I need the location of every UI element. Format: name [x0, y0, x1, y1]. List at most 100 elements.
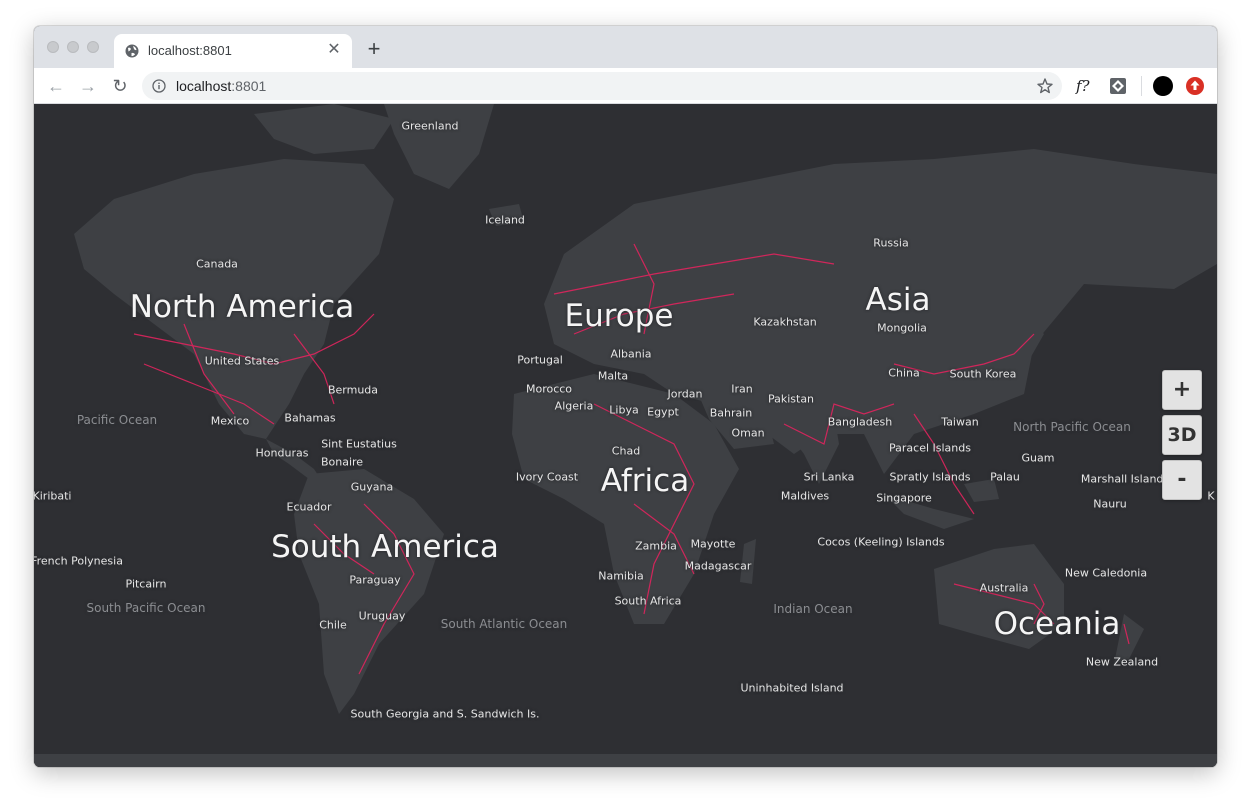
label-uruguay: Uruguay: [358, 609, 406, 623]
label-nauru: Nauru: [1093, 497, 1127, 511]
label-palau: Palau: [990, 470, 1020, 484]
extension-icon[interactable]: [1108, 76, 1128, 96]
label-mexico: Mexico: [210, 414, 250, 428]
label-new-caledonia: New Caledonia: [1064, 566, 1148, 580]
label-paracel-islands: Paracel Islands: [889, 441, 971, 455]
label-ecuador: Ecuador: [286, 500, 332, 514]
label-zambia: Zambia: [635, 539, 677, 553]
label-guam: Guam: [1021, 451, 1055, 465]
fx-extension-icon[interactable]: f?: [1076, 76, 1096, 96]
world-map[interactable]: [34, 104, 1217, 767]
label-chad: Chad: [611, 444, 641, 458]
label-portugal: Portugal: [517, 353, 563, 367]
label-pakistan: Pakistan: [767, 392, 815, 406]
label-sint-eustatius: Sint Eustatius: [321, 437, 397, 451]
label-libya: Libya: [609, 403, 639, 417]
label-chile: Chile: [319, 618, 347, 632]
label-honduras: Honduras: [255, 446, 309, 460]
url-port: :8801: [231, 78, 267, 94]
toggle-3d-button[interactable]: 3D: [1162, 415, 1202, 455]
url-text[interactable]: localhost:8801: [176, 78, 266, 94]
star-icon[interactable]: [1036, 77, 1054, 95]
label-madagascar: Madagascar: [684, 559, 752, 573]
label-south-america: South America: [271, 529, 499, 565]
label-iran: Iran: [731, 382, 753, 396]
tab-title: localhost:8801: [148, 43, 232, 58]
window-close-dot[interactable]: [47, 41, 59, 53]
label-iceland: Iceland: [485, 213, 525, 227]
zoom-in-button[interactable]: +: [1162, 370, 1202, 410]
label-sri-lanka: Sri Lanka: [803, 470, 855, 484]
label-australia: Australia: [979, 581, 1029, 595]
label-namibia: Namibia: [598, 569, 644, 583]
label-malta: Malta: [597, 369, 629, 383]
label-asia: Asia: [865, 282, 931, 318]
toolbar-divider: [1141, 76, 1142, 96]
active-tab[interactable]: localhost:8801 ✕: [114, 34, 352, 68]
label-algeria: Algeria: [554, 399, 594, 413]
label-marshall-islands: Marshall Islands: [1080, 472, 1170, 486]
window-zoom-dot[interactable]: [87, 41, 99, 53]
label-russia: Russia: [873, 236, 909, 250]
label-canada: Canada: [196, 257, 238, 271]
label-oman: Oman: [731, 426, 765, 440]
label-bonaire: Bonaire: [320, 455, 364, 469]
label-europe: Europe: [564, 298, 674, 334]
label-north-pacific-ocean: North Pacific Ocean: [1013, 420, 1131, 434]
label-cut-off: K: [1207, 489, 1215, 503]
label-bahrain: Bahrain: [709, 406, 753, 420]
label-kiribati: Kiribati: [34, 489, 72, 503]
label-albania: Albania: [610, 347, 652, 361]
label-mongolia: Mongolia: [877, 321, 927, 335]
url-host: localhost: [176, 78, 232, 94]
back-icon[interactable]: ←: [44, 74, 68, 98]
forward-icon[interactable]: →: [76, 74, 100, 98]
close-icon[interactable]: ✕: [324, 40, 344, 60]
label-bermuda: Bermuda: [327, 383, 379, 397]
label-north-america: North America: [129, 289, 355, 325]
label-guyana: Guyana: [350, 480, 394, 494]
label-taiwan: Taiwan: [941, 415, 979, 429]
label-uninhabited-island: Uninhabited Island: [740, 681, 844, 695]
label-pitcairn: Pitcairn: [125, 577, 167, 591]
label-south-atlantic-ocean: South Atlantic Ocean: [440, 617, 568, 631]
window-minimize-dot[interactable]: [67, 41, 79, 53]
reload-icon[interactable]: ↻: [108, 74, 132, 98]
label-oceania: Oceania: [993, 606, 1121, 642]
label-africa: Africa: [600, 463, 690, 499]
tab-bar: localhost:8801 ✕ +: [34, 26, 1217, 68]
label-cocos-keeling-islands: Cocos (Keeling) Islands: [817, 535, 945, 549]
map-viewport[interactable]: North America Europe Asia Africa South A…: [34, 104, 1217, 767]
label-bangladesh: Bangladesh: [827, 415, 893, 429]
label-maldives: Maldives: [780, 489, 830, 503]
label-jordan: Jordan: [667, 387, 703, 401]
label-south-korea: South Korea: [949, 367, 1017, 381]
update-icon[interactable]: [1185, 76, 1205, 96]
plus-icon[interactable]: +: [362, 38, 386, 62]
label-singapore: Singapore: [876, 491, 932, 505]
zoom-out-button[interactable]: -: [1162, 460, 1202, 500]
label-greenland: Greenland: [401, 119, 459, 133]
label-new-zealand: New Zealand: [1085, 655, 1159, 669]
label-ivory-coast: Ivory Coast: [515, 470, 579, 484]
label-bahamas: Bahamas: [284, 411, 336, 425]
label-egypt: Egypt: [647, 405, 679, 419]
label-united-states: United States: [204, 354, 280, 368]
label-spratly-islands: Spratly Islands: [889, 470, 971, 484]
label-paraguay: Paraguay: [349, 573, 401, 587]
label-kazakhstan: Kazakhstan: [753, 315, 817, 329]
label-pacific-ocean: Pacific Ocean: [76, 413, 158, 427]
label-french-polynesia: French Polynesia: [34, 554, 123, 568]
label-south-georgia: South Georgia and S. Sandwich Is.: [350, 707, 540, 721]
label-indian-ocean: Indian Ocean: [773, 602, 853, 616]
browser-toolbar: ← → ↻ localhost:8801 f?: [34, 68, 1217, 104]
label-south-africa: South Africa: [614, 594, 682, 608]
label-south-pacific-ocean: South Pacific Ocean: [86, 601, 206, 615]
profile-icon[interactable]: [1153, 76, 1173, 96]
label-morocco: Morocco: [525, 382, 573, 396]
browser-window: localhost:8801 ✕ + ← → ↻ localhost:8801 …: [34, 26, 1217, 767]
address-bar[interactable]: localhost:8801: [142, 72, 1062, 100]
info-icon[interactable]: [152, 79, 166, 93]
label-china: China: [888, 366, 920, 380]
globe-icon: [125, 44, 139, 58]
